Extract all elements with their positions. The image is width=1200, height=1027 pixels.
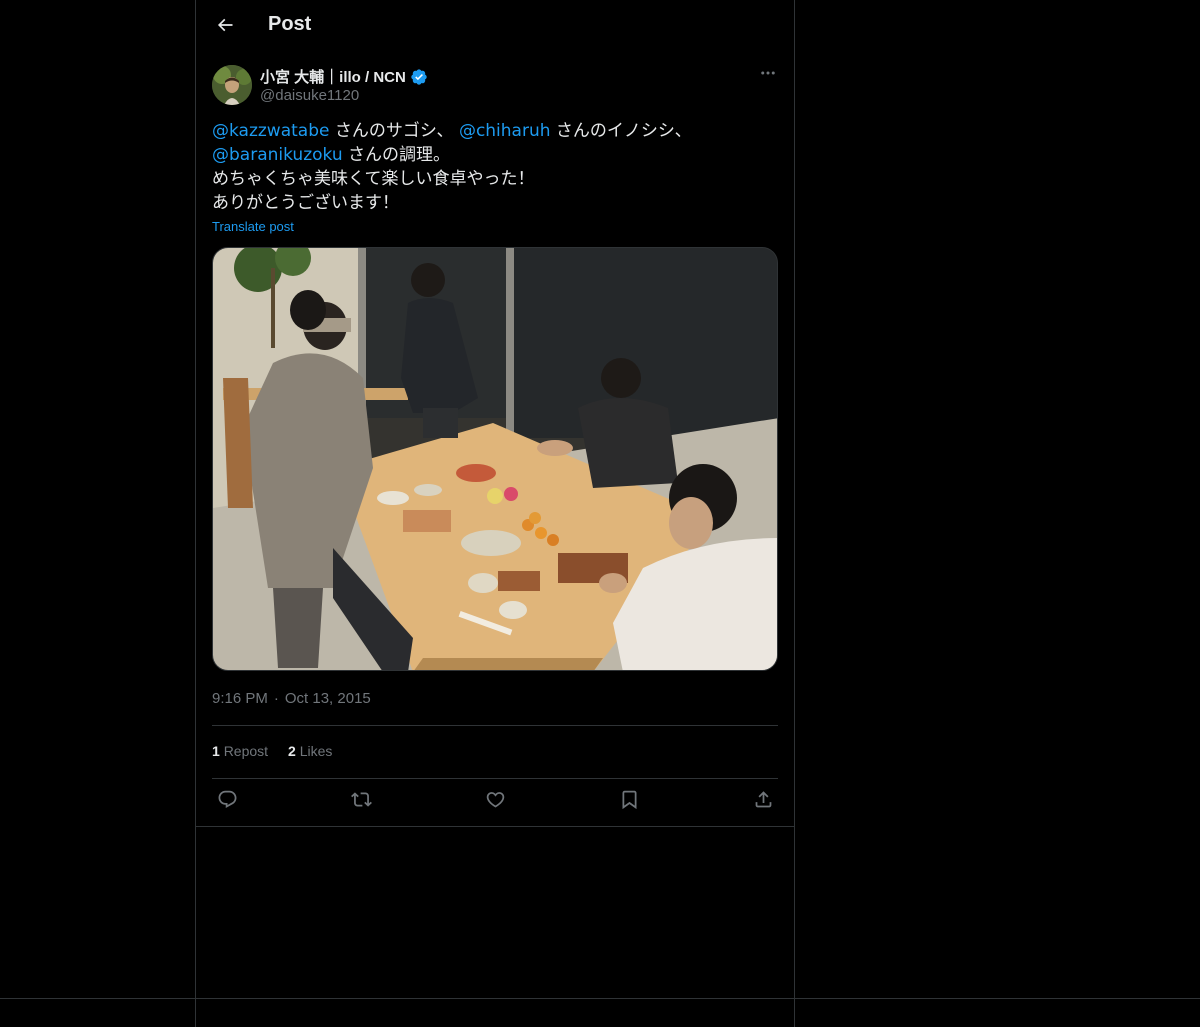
- mention-link[interactable]: @baranikuzoku: [212, 145, 343, 165]
- divider: [0, 998, 1200, 999]
- post-stats: 1 Repost 2 Likes: [212, 743, 332, 759]
- share-button[interactable]: [748, 788, 778, 816]
- post-photo[interactable]: [212, 247, 778, 671]
- post-header: Post: [196, 0, 794, 53]
- action-bar: [212, 788, 778, 816]
- likes-stat[interactable]: 2 Likes: [288, 743, 332, 759]
- repost-icon: [350, 789, 372, 815]
- arrow-left-icon: [215, 15, 235, 40]
- reposts-count: 1: [212, 743, 220, 759]
- more-button[interactable]: [756, 64, 780, 86]
- share-icon: [753, 789, 774, 815]
- author-handle[interactable]: @daisuke1120: [260, 87, 359, 104]
- divider: [196, 826, 794, 827]
- heart-icon: [485, 789, 506, 815]
- divider: [212, 778, 778, 779]
- post-timestamp[interactable]: 9:16 PM · Oct 13, 2015: [212, 690, 371, 707]
- reposts-label: Repost: [223, 743, 269, 759]
- repost-button[interactable]: [346, 788, 376, 816]
- page-title: Post: [268, 13, 312, 35]
- tweet-line: @kazzwatabe さんのサゴシ、 @chiharuh さんのイノシシ、: [212, 119, 778, 143]
- reply-button[interactable]: [212, 788, 242, 816]
- bookmark-icon: [619, 789, 640, 815]
- tweet-text: @kazzwatabe さんのサゴシ、 @chiharuh さんのイノシシ、 @…: [212, 119, 778, 215]
- likes-label: Likes: [299, 743, 333, 759]
- mention-link[interactable]: @kazzwatabe: [212, 121, 329, 141]
- page: Post 小宮 大輔｜illo / NCN @daisuke1120 @kazz…: [0, 0, 1200, 1027]
- tweet-text-segment: さんの調理。: [342, 145, 451, 165]
- tweet-text-segment: さんのイノシシ、: [550, 121, 692, 141]
- verified-badge-icon: [410, 68, 428, 86]
- more-horizontal-icon: [759, 64, 777, 87]
- post-time: 9:16 PM: [212, 690, 268, 707]
- translate-post-link[interactable]: Translate post: [212, 219, 294, 234]
- tweet-line: @baranikuzoku さんの調理。: [212, 143, 778, 167]
- tweet-line: ありがとうございます！: [212, 193, 399, 213]
- bookmark-button[interactable]: [614, 788, 644, 816]
- reply-icon: [217, 789, 238, 815]
- reposts-stat[interactable]: 1 Repost: [212, 743, 268, 759]
- mention-link[interactable]: @chiharuh: [459, 121, 551, 141]
- tweet-text-segment: さんのサゴシ、: [329, 121, 459, 141]
- back-button[interactable]: [208, 10, 242, 44]
- post-column: Post 小宮 大輔｜illo / NCN @daisuke1120 @kazz…: [195, 0, 795, 1027]
- divider: [212, 725, 778, 726]
- post-date: Oct 13, 2015: [284, 690, 371, 707]
- tweet-line: めちゃくちゃ美味くて楽しい食卓やった！: [212, 169, 535, 189]
- author-name[interactable]: 小宮 大輔｜illo / NCN: [260, 66, 428, 87]
- photo-illustration: [213, 248, 777, 670]
- likes-count: 2: [288, 743, 296, 759]
- like-button[interactable]: [480, 788, 510, 816]
- author-name-text: 小宮 大輔｜illo / NCN: [260, 69, 406, 86]
- avatar[interactable]: [212, 65, 252, 105]
- timestamp-separator: ·: [273, 690, 279, 707]
